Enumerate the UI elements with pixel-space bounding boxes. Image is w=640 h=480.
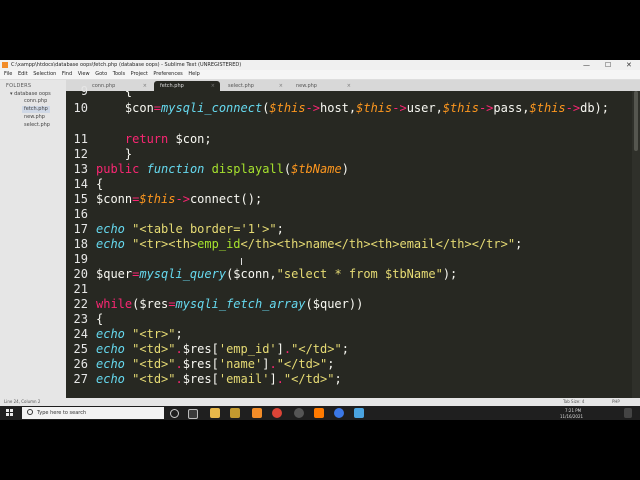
line-number: 16 (73, 207, 88, 221)
menu-tools[interactable]: Tools (113, 71, 125, 77)
line-number: 27 (73, 372, 88, 386)
code-editor[interactable]: { $con=mysqli_connect($this->host,$this-… (96, 91, 632, 398)
code-line: } (96, 147, 133, 161)
browser-icon[interactable] (334, 408, 344, 418)
menu-preferences[interactable]: Preferences (153, 71, 182, 77)
code-line: $quer=mysqli_query($conn,"select * from … (96, 267, 458, 281)
menu-project[interactable]: Project (131, 71, 148, 77)
task-view-icon[interactable] (188, 409, 198, 419)
code-line: { (96, 177, 104, 191)
status-bar: Line 24, Column 2 Tab Size: 4 PHP (0, 398, 640, 406)
menu-edit[interactable]: Edit (18, 71, 28, 77)
maximize-button[interactable]: ☐ (605, 60, 611, 70)
sidebar-file-fetch[interactable]: fetch.php (22, 106, 50, 113)
sublime-logo-icon (2, 62, 8, 68)
sidebar-folder-database-oops[interactable]: ▾ database oops (8, 91, 53, 98)
tab-close-icon[interactable]: × (211, 81, 215, 91)
tab-close-icon[interactable]: × (143, 81, 147, 91)
tab-bar: conn.php × fetch.php × select.php × new.… (66, 80, 640, 91)
code-line: $conn=$this->connect(); (96, 192, 263, 206)
vertical-scrollbar[interactable] (632, 91, 640, 398)
window-title: C:\xampp\htdocs\database oops\fetch.php … (11, 62, 242, 68)
line-number: 26 (73, 357, 88, 371)
line-number: 21 (73, 282, 88, 296)
code-line: echo "<tr>"; (96, 327, 183, 341)
code-line: echo "<tr><th>emp_id</th><th>name</th><t… (96, 237, 523, 251)
sublime-window: C:\xampp\htdocs\database oops\fetch.php … (0, 60, 640, 420)
line-number: 11 (73, 132, 88, 146)
taskbar-search-input[interactable]: Type here to search (22, 407, 164, 419)
code-line: $con=mysqli_connect($this->host,$this->u… (96, 101, 610, 115)
tab-close-icon[interactable]: × (279, 81, 283, 91)
windows-start-icon[interactable] (6, 409, 14, 417)
line-number-gutter: 9 10 11 12 13 14 15 16 17 18 19 20 21 22… (66, 84, 92, 398)
line-number: 25 (73, 342, 88, 356)
cortana-icon[interactable] (170, 409, 179, 418)
line-number: 12 (73, 147, 88, 161)
menu-selection[interactable]: Selection (33, 71, 56, 77)
mouse-cursor-icon (241, 258, 242, 265)
line-number: 14 (73, 177, 88, 191)
sidebar-file-conn[interactable]: conn.php (22, 98, 49, 105)
code-line: echo "<table border='1'>"; (96, 222, 284, 236)
status-position: Line 24, Column 2 (4, 399, 41, 404)
xampp-icon[interactable] (230, 408, 240, 418)
menu-file[interactable]: File (4, 71, 12, 77)
line-number: 23 (73, 312, 88, 326)
line-number: 9 (80, 84, 88, 98)
code-line: echo "<td>".$res['email']."</td>"; (96, 372, 342, 386)
close-button[interactable]: ✕ (626, 60, 632, 70)
line-number: 19 (73, 252, 88, 266)
menu-find[interactable]: Find (62, 71, 72, 77)
notification-icon[interactable] (624, 408, 632, 418)
tab-conn[interactable]: conn.php × (86, 81, 152, 91)
tab-close-icon[interactable]: × (347, 81, 351, 91)
line-number: 24 (73, 327, 88, 341)
code-line: { (96, 91, 133, 98)
code-line: { (96, 312, 104, 326)
tab-fetch[interactable]: fetch.php × (154, 81, 220, 91)
code-line: echo "<td>".$res['emp_id']."</td>"; (96, 342, 349, 356)
minimize-button[interactable]: — (583, 60, 590, 70)
line-number: 17 (73, 222, 88, 236)
code-line: public function displayall($tbName) (96, 162, 349, 176)
chrome-icon[interactable] (272, 408, 282, 418)
windows-taskbar: Type here to search 7:21 PM 11/16/2021 (0, 406, 640, 420)
status-syntax[interactable]: PHP (612, 398, 620, 406)
sidebar: FOLDERS ▾ database oops conn.php fetch.p… (0, 80, 66, 398)
line-number: 18 (73, 237, 88, 251)
title-bar: C:\xampp\htdocs\database oops\fetch.php … (0, 60, 640, 70)
sidebar-file-select[interactable]: select.php (22, 122, 52, 129)
sidebar-heading: FOLDERS (6, 83, 32, 89)
search-icon (27, 409, 33, 415)
settings-icon[interactable] (294, 408, 304, 418)
tray-clock-time[interactable]: 7:21 PM (565, 408, 581, 413)
line-number: 15 (73, 192, 88, 206)
code-line: echo "<td>".$res['name']."</td>"; (96, 357, 335, 371)
line-number: 22 (73, 297, 88, 311)
menu-help[interactable]: Help (188, 71, 199, 77)
line-number: 10 (73, 101, 88, 115)
app-icon[interactable] (314, 408, 324, 418)
menu-goto[interactable]: Goto (95, 71, 107, 77)
sidebar-file-new[interactable]: new.php (22, 114, 47, 121)
status-tab-size[interactable]: Tab Size: 4 (563, 398, 584, 406)
tray-clock-date[interactable]: 11/16/2021 (560, 414, 583, 419)
code-line: return $con; (124, 132, 212, 146)
line-number: 13 (73, 162, 88, 176)
line-number: 20 (73, 267, 88, 281)
tab-select[interactable]: select.php × (222, 81, 288, 91)
scrollbar-thumb[interactable] (634, 91, 638, 151)
menu-view[interactable]: View (78, 71, 90, 77)
menu-bar: File Edit Selection Find View Goto Tools… (0, 70, 640, 80)
tab-new[interactable]: new.php × (290, 81, 356, 91)
app-window-icon[interactable] (354, 408, 364, 418)
sublime-text-icon[interactable] (252, 408, 262, 418)
code-line: while($res=mysqli_fetch_array($quer)) (96, 297, 364, 311)
file-explorer-icon[interactable] (210, 408, 220, 418)
